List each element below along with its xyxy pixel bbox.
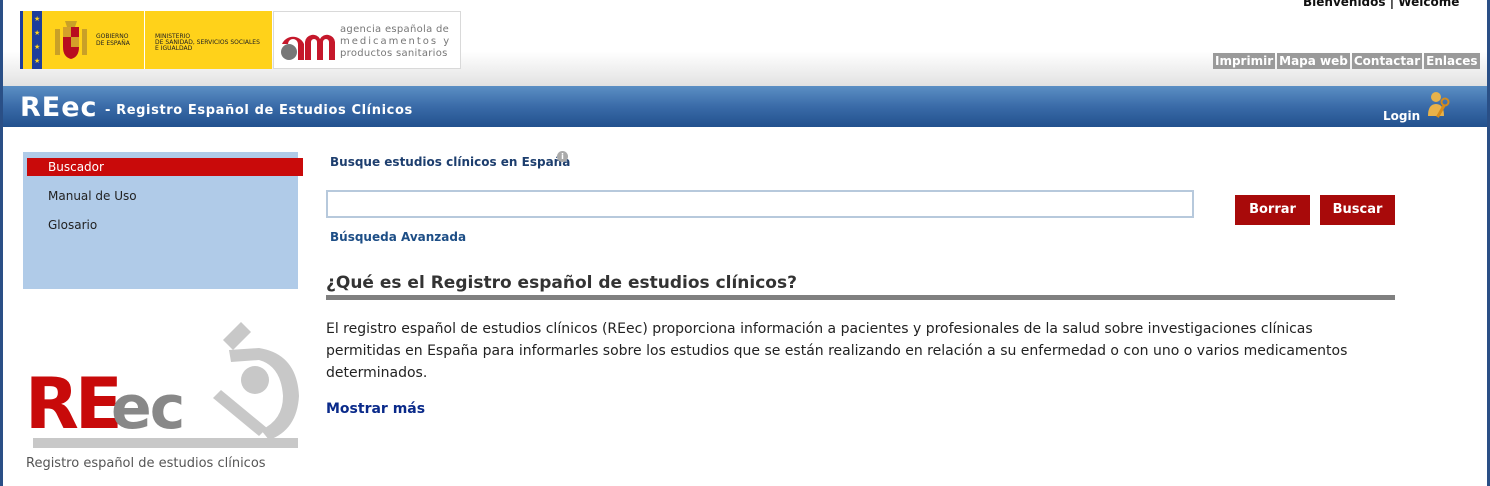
sidebar-item-buscador[interactable]: Buscador bbox=[27, 158, 303, 176]
title-bar: REec - Registro Español de Estudios Clín… bbox=[3, 86, 1487, 127]
gov-logo-line2: DE ESPAÑA bbox=[96, 40, 130, 47]
coat-of-arms-icon bbox=[55, 21, 87, 59]
aemps-am-icon bbox=[281, 34, 335, 60]
search-input[interactable] bbox=[326, 190, 1194, 218]
reec-logo: RE ec Registro español de estudios clíni… bbox=[23, 320, 303, 480]
heading-divider bbox=[326, 295, 1395, 300]
nav-mapa-web[interactable]: Mapa web bbox=[1277, 53, 1350, 69]
sidebar-menu: Buscador Manual de Uso Glosario bbox=[23, 152, 303, 289]
search-button[interactable]: Buscar bbox=[1320, 195, 1395, 225]
microscope-logo-icon: RE ec bbox=[25, 322, 299, 448]
page-header: Bienvenidos | Welcome ★ ★ ★ ★ GOBIERNO DE E… bbox=[3, 0, 1487, 86]
nav-contactar[interactable]: Contactar bbox=[1351, 53, 1423, 69]
advanced-search-link[interactable]: Búsqueda Avanzada bbox=[330, 230, 466, 244]
top-navigation: Imprimir Mapa web Contactar Enlaces bbox=[1213, 53, 1480, 69]
search-label: Busque estudios clínicos en España bbox=[330, 155, 571, 169]
aemps-line3: productos sanitarios bbox=[340, 48, 448, 59]
nav-enlaces[interactable]: Enlaces bbox=[1424, 53, 1480, 69]
svg-text:RE: RE bbox=[25, 363, 119, 445]
sidebar-item-manual-de-uso[interactable]: Manual de Uso bbox=[27, 187, 303, 205]
aemps-line1: agencia española de bbox=[340, 24, 450, 35]
section-heading: ¿Qué es el Registro español de estudios … bbox=[326, 273, 797, 293]
sidebar-item-glosario[interactable]: Glosario bbox=[27, 216, 303, 234]
nav-imprimir[interactable]: Imprimir bbox=[1213, 53, 1276, 69]
welcome-text[interactable]: Bienvenidos | Welcome bbox=[1303, 0, 1459, 9]
intro-paragraph: El registro español de estudios clínicos… bbox=[326, 321, 1348, 381]
user-key-icon[interactable] bbox=[1426, 90, 1452, 124]
aemps-line2: medicamentos y bbox=[340, 36, 452, 47]
brand-title[interactable]: REec bbox=[20, 92, 98, 123]
reec-logo-caption: Registro español de estudios clínicos bbox=[26, 456, 266, 471]
ministry-line3: E IGUALDAD bbox=[155, 45, 193, 52]
svg-text:ec: ec bbox=[111, 373, 183, 443]
login-link[interactable]: Login bbox=[1383, 109, 1420, 123]
gobierno-espana-logo[interactable]: ★ ★ ★ ★ GOBIERNO DE ESPAÑA MINISTERIO DE SA… bbox=[20, 11, 272, 69]
aemps-logo[interactable]: agencia española de medicamentos y produ… bbox=[273, 11, 461, 69]
gov-logo-line1: GOBIERNO bbox=[96, 33, 129, 40]
show-more-link[interactable]: Mostrar más bbox=[326, 401, 425, 417]
info-icon[interactable]: i bbox=[557, 151, 568, 162]
brand-subtitle: - Registro Español de Estudios Clínicos bbox=[105, 103, 413, 118]
eu-flag-icon: ★ ★ ★ ★ bbox=[32, 11, 42, 69]
clear-button[interactable]: Borrar bbox=[1235, 195, 1310, 225]
